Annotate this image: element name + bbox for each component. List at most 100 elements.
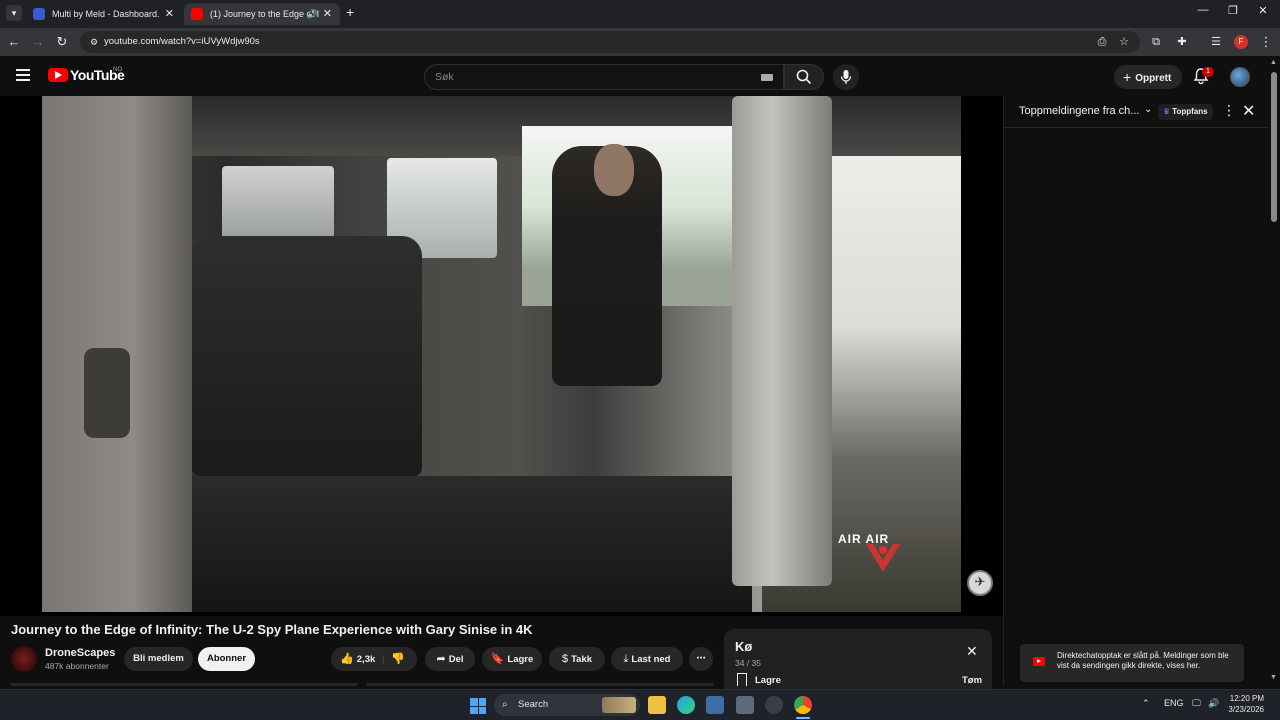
chrome-icon[interactable] [794, 696, 812, 714]
chat-replay-notice: Direktechatopptak er slått på. Meldinger… [1020, 644, 1244, 682]
video-scene-floor [192, 476, 752, 612]
close-tab-icon[interactable]: ✕ [165, 3, 174, 25]
media-controls-icon[interactable]: ☰ [1206, 32, 1226, 52]
search-button[interactable] [784, 64, 824, 90]
page-scrollbar[interactable]: ▲ ▼ [1269, 56, 1280, 686]
restore-icon[interactable]: ❐ [1218, 4, 1248, 17]
chat-notice-text: Direktechatopptak er slått på. Meldinger… [1057, 651, 1229, 670]
meld-favicon [33, 8, 45, 20]
subscribe-button[interactable]: Abonner [198, 647, 255, 671]
youtube-logo-icon[interactable] [48, 68, 68, 82]
scroll-up-icon[interactable]: ▲ [1270, 59, 1277, 66]
new-tab-button[interactable]: + [346, 4, 354, 20]
tab-youtube[interactable]: (1) Journey to the Edge of I 🔊 ✕ [184, 3, 340, 25]
chat-more-icon[interactable]: ⋮ [1222, 102, 1236, 119]
chat-title[interactable]: Toppmeldingene fra ch... [1019, 105, 1139, 117]
url-text[interactable]: youtube.com/watch?v=iUVyWdjw90s [104, 31, 260, 53]
kebab-menu-icon[interactable]: ⋮ [1256, 32, 1276, 52]
create-label: Opprett [1135, 73, 1172, 84]
minimize-icon[interactable]: — [1188, 4, 1218, 16]
video-frame[interactable]: AIR AIR [42, 96, 961, 612]
country-code: NO [113, 67, 122, 73]
chat-panel: Toppmeldingene fra ch... ⌄ ♛ Toppfans ⋮ ✕… [1003, 96, 1270, 686]
like-dislike-group: 👍 2,3k | 👎 [331, 647, 417, 671]
scroll-down-icon[interactable]: ▼ [1270, 674, 1277, 681]
chevron-down-icon[interactable]: ⌄ [1144, 104, 1152, 115]
windows-start-icon[interactable] [470, 698, 486, 714]
share-button[interactable]: ➦ Del [425, 647, 475, 671]
keyboard-icon[interactable] [761, 74, 773, 81]
tab-search-button[interactable]: ▾ [6, 5, 22, 21]
account-avatar[interactable] [1230, 67, 1250, 87]
download-icon: ⤓ [623, 653, 629, 665]
queue-save-icon[interactable] [737, 673, 747, 686]
language-indicator[interactable]: ENG [1164, 698, 1184, 708]
queue-save-button[interactable]: Lagre [755, 675, 781, 686]
network-icon[interactable]: 🖵 [1192, 698, 1201, 709]
address-bar[interactable]: ⚙ youtube.com/watch?v=iUVyWdjw90s ⎙ ☆ [80, 31, 1140, 53]
site-info-icon[interactable]: ⚙ [86, 34, 102, 50]
edge-browser-icon[interactable] [677, 696, 695, 714]
file-explorer-icon[interactable] [648, 696, 666, 714]
video-scene-head [594, 144, 634, 196]
extension-icon[interactable]: ⧉ [1146, 32, 1166, 52]
dislike-button[interactable]: 👎 [391, 653, 408, 665]
store-icon[interactable] [706, 696, 724, 714]
queue-close-icon[interactable]: ✕ [966, 643, 978, 660]
settings-app-icon[interactable] [765, 696, 783, 714]
queue-count: 34 / 35 [735, 658, 761, 668]
join-button[interactable]: Bli medlem [124, 647, 193, 671]
comments-box-edge[interactable] [366, 683, 714, 686]
profile-avatar[interactable]: F [1234, 35, 1248, 49]
share-label: Del [448, 654, 464, 665]
save-button[interactable]: 🔖 Lagre [482, 647, 542, 671]
search-placeholder: Søk [435, 71, 454, 83]
tab-multi-meld[interactable]: Multi by Meld - Dashboard. ✕ [26, 3, 182, 25]
window-close-icon[interactable]: ✕ [1248, 4, 1278, 17]
puzzle-icon[interactable]: ✚ [1172, 32, 1192, 52]
taskbar-search[interactable]: ⌕ Search [494, 694, 640, 716]
watermark-wings-icon [866, 544, 900, 572]
channel-avatar[interactable] [11, 646, 37, 672]
hamburger-menu-icon[interactable] [16, 69, 30, 81]
close-tab-icon[interactable]: ✕ [323, 3, 332, 25]
search-input[interactable]: Søk [424, 64, 784, 90]
top-fans-badge[interactable]: ♛ Toppfans [1158, 104, 1213, 120]
forward-icon[interactable]: → [28, 32, 48, 52]
save-label: Lagre [507, 654, 534, 665]
video-scene-handle [84, 348, 130, 438]
bookmark-star-icon[interactable]: ☆ [1114, 32, 1134, 52]
super-thanks-icon: $ [561, 653, 569, 665]
reload-icon[interactable]: ↻ [52, 32, 72, 52]
search-highlight-image [602, 697, 636, 713]
clock-date: 3/23/2026 [1228, 705, 1264, 714]
channel-watermark-icon[interactable]: ✈ [967, 570, 993, 596]
back-icon[interactable]: ← [4, 32, 24, 52]
youtube-header: YouTube NO Søk + Opprett 1 [0, 56, 1280, 96]
tray-chevron-icon[interactable]: ⌃ [1142, 698, 1150, 709]
top-fans-label: Toppfans [1172, 107, 1208, 116]
channel-name[interactable]: DroneScapes [45, 647, 115, 659]
queue-clear-button[interactable]: Tøm [962, 675, 982, 686]
more-horizontal-icon: ⋯ [696, 653, 706, 664]
thanks-button[interactable]: $ Takk [549, 647, 605, 671]
install-icon[interactable]: ⎙ [1092, 32, 1112, 52]
description-box-edge[interactable] [11, 683, 357, 686]
more-actions-button[interactable]: ⋯ [689, 647, 713, 671]
youtube-favicon [191, 8, 203, 20]
snipping-tool-icon[interactable] [736, 696, 754, 714]
chat-close-icon[interactable]: ✕ [1242, 101, 1255, 121]
system-clock[interactable]: 12:20 PM 3/23/2026 [1224, 693, 1264, 715]
speaker-icon[interactable]: 🔊 [307, 3, 318, 25]
scrollbar-thumb[interactable] [1271, 72, 1277, 222]
create-button[interactable]: + Opprett [1114, 65, 1182, 89]
voice-search-button[interactable] [833, 64, 859, 90]
chat-header: Toppmeldingene fra ch... ⌄ ♛ Toppfans ⋮ ✕ [1004, 96, 1270, 128]
like-button[interactable]: 👍 2,3k [340, 653, 375, 665]
download-button[interactable]: ⤓ Last ned [611, 647, 683, 671]
thumbs-up-icon: 👍 [340, 653, 354, 665]
video-player[interactable]: AIR AIR ✈ [0, 96, 1003, 616]
volume-icon[interactable]: 🔊 [1208, 698, 1219, 709]
taskbar-search-label: Search [518, 699, 549, 710]
video-scene-seat [192, 236, 422, 476]
